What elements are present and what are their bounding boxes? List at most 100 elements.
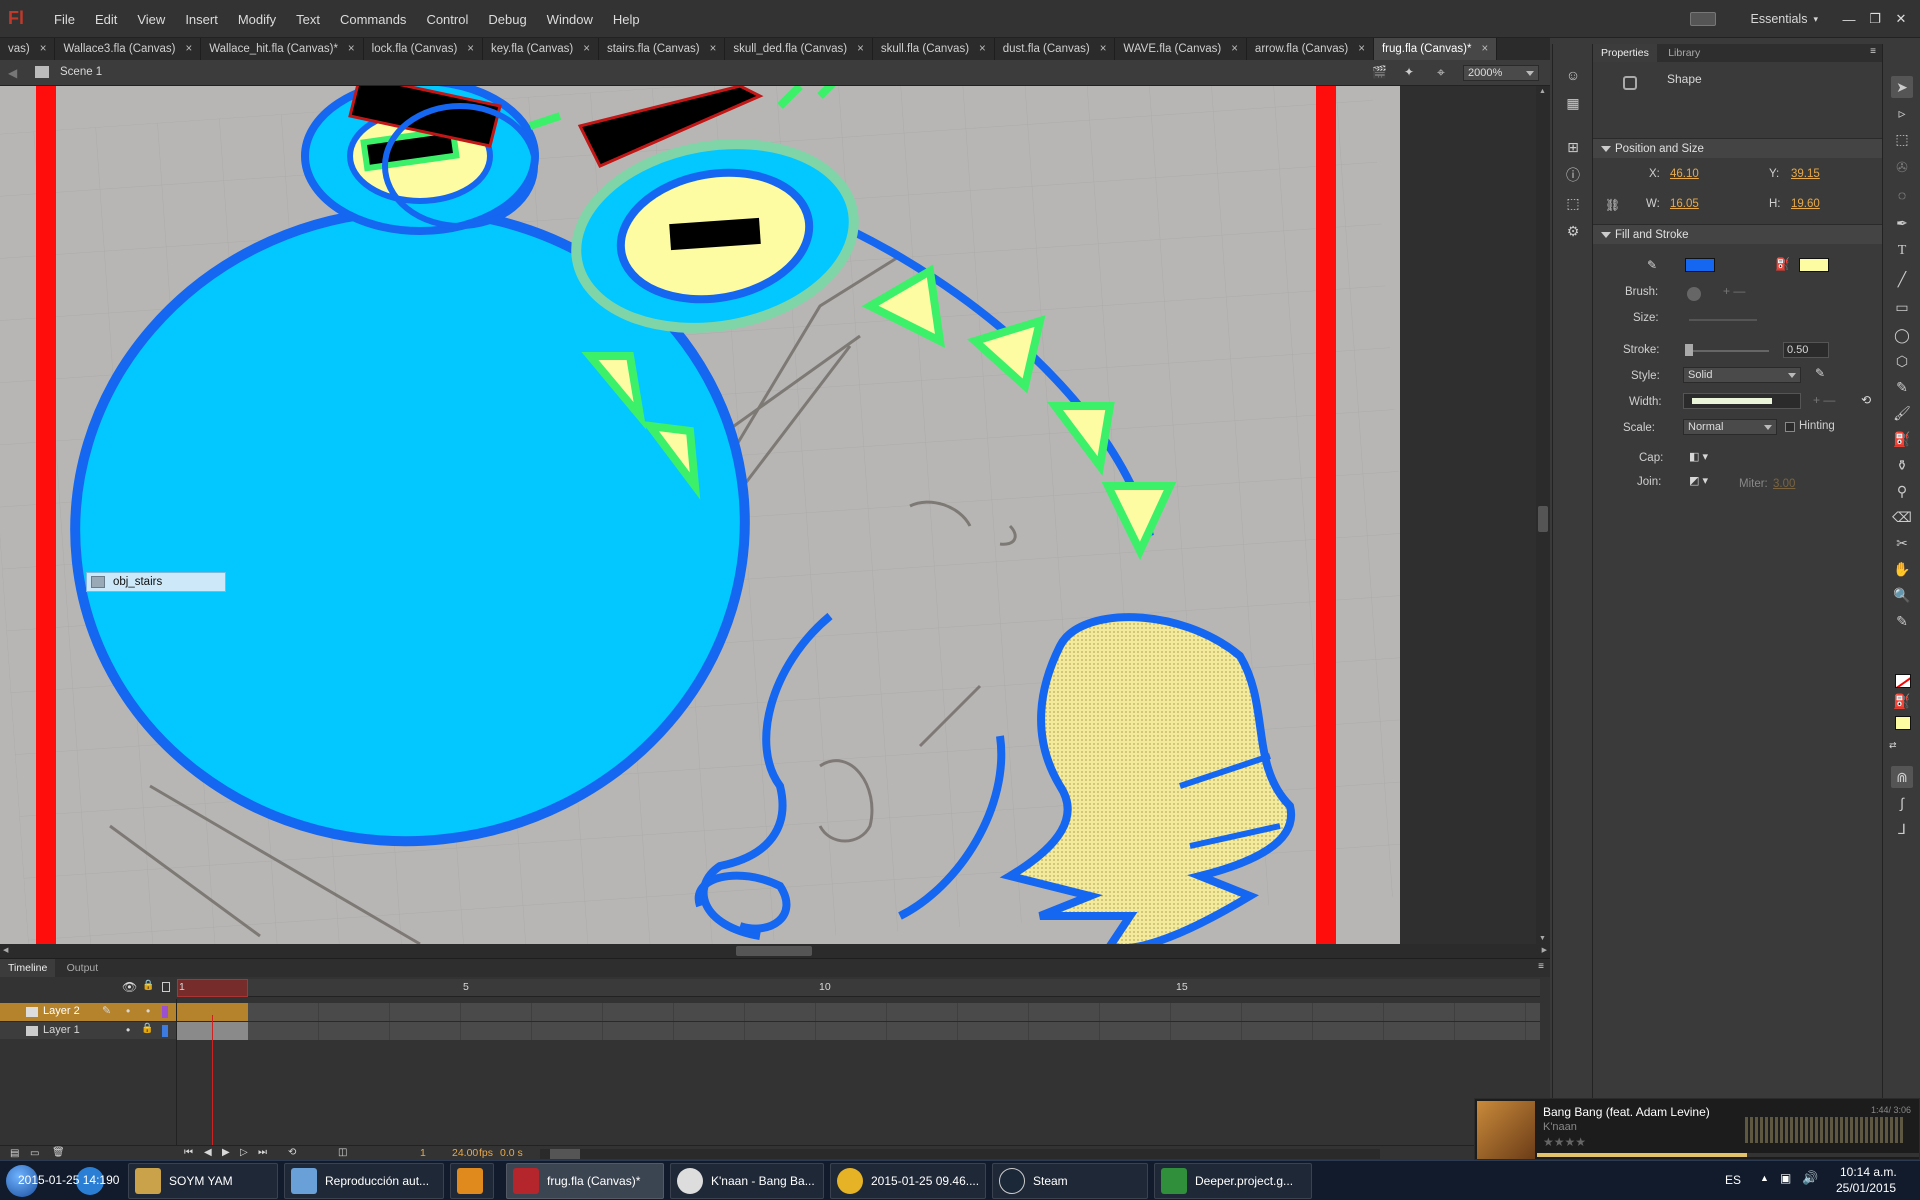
document-tab[interactable]: key.fla (Canvas) × (483, 38, 599, 60)
current-frame-value[interactable]: 1 (420, 1147, 426, 1159)
fps-value[interactable]: 24.00 (452, 1147, 478, 1159)
x-value[interactable]: 46.10 (1670, 168, 1699, 180)
paint-bucket-tool-icon[interactable]: ⛽ (1891, 428, 1913, 450)
stroke-value-field[interactable]: 0.50 (1783, 342, 1829, 358)
zoom-select[interactable]: 2000% (1463, 65, 1539, 81)
tab-timeline[interactable]: Timeline (0, 959, 56, 977)
song-progress-track[interactable] (1537, 1153, 1919, 1157)
document-tab[interactable]: frug.fla (Canvas)* × (1373, 38, 1498, 60)
taskbar-button[interactable]: 2015-01-25 09.46.... (830, 1163, 986, 1199)
rating-stars[interactable]: ★★★★ (1543, 1135, 1586, 1149)
close-tab-icon[interactable]: × (979, 38, 986, 60)
outline-all-icon[interactable] (162, 982, 170, 992)
sync-settings-icon[interactable] (1690, 12, 1717, 26)
edit-symbols-icon[interactable]: ✦ (1404, 65, 1414, 79)
3d-rotation-tool-icon[interactable]: ✇ (1891, 156, 1913, 178)
menu-edit[interactable]: Edit (85, 12, 127, 27)
center-stage-icon[interactable]: ⌖ (1437, 64, 1445, 81)
text-tool-icon[interactable]: T (1891, 240, 1913, 262)
document-tab[interactable]: vas) × (0, 38, 56, 60)
line-tool-icon[interactable]: ╱ (1891, 268, 1913, 290)
pencil-tool-icon[interactable]: ✎ (1891, 376, 1913, 398)
visibility-dot[interactable]: • (126, 1023, 130, 1037)
frog-eye-left[interactable] (301, 86, 539, 235)
hand-tool-icon[interactable]: ✋ (1891, 558, 1913, 580)
taskbar-button[interactable]: Deeper.project.g... (1154, 1163, 1312, 1199)
rectangle-tool-icon[interactable]: ▭ (1891, 296, 1913, 318)
horizontal-scroll-thumb[interactable] (736, 946, 812, 956)
scroll-left-arrow-icon[interactable]: ◀ (3, 946, 8, 954)
menu-commands[interactable]: Commands (330, 12, 416, 27)
link-dimensions-icon[interactable]: ⛓ (1605, 198, 1620, 212)
fill-color-chip[interactable] (1895, 716, 1911, 730)
info-panel-icon[interactable]: ⓘ (1562, 164, 1584, 186)
fill-color-swatch[interactable] (1799, 258, 1829, 272)
eyedropper-tool-icon[interactable]: ⚲ (1891, 480, 1913, 502)
swap-colors-icon[interactable]: ⇄ (1889, 740, 1897, 751)
stage-canvas[interactable]: obj_stairs (0, 86, 1400, 944)
menu-view[interactable]: View (127, 12, 175, 27)
smooth-icon[interactable]: ∫ (1891, 792, 1913, 814)
layer-row[interactable]: Layer 1 • 🔒 (0, 1021, 1540, 1040)
back-arrow-icon[interactable]: ◀ (8, 66, 17, 80)
workspace-switcher[interactable]: Essentials (1750, 12, 1807, 26)
taskbar-button[interactable]: K'naan - Bang Ba... (670, 1163, 824, 1199)
lock-dot[interactable]: • (146, 1004, 150, 1018)
timeline-hscroll-thumb[interactable] (550, 1149, 580, 1159)
taskbar-button[interactable] (450, 1163, 494, 1199)
width-add-icon[interactable]: + — (1813, 393, 1835, 407)
timeline-hscroll[interactable] (540, 1149, 1380, 1159)
pen-tool-icon[interactable]: ✒ (1891, 212, 1913, 234)
delete-layer-icon[interactable]: 🗑 (52, 1147, 65, 1158)
layer-color-swatch[interactable] (162, 1025, 168, 1037)
minimize-icon[interactable]: — (1836, 9, 1862, 29)
document-tab[interactable]: Wallace_hit.fla (Canvas)* × (201, 38, 364, 60)
stroke-color-icon[interactable]: ✎ (1891, 610, 1913, 632)
scroll-right-arrow-icon[interactable]: ▶ (1542, 946, 1547, 954)
menu-debug[interactable]: Debug (478, 12, 536, 27)
last-frame-icon[interactable]: ⏭ (258, 1147, 267, 1158)
close-icon[interactable]: ✕ (1888, 9, 1914, 29)
taskbar-button[interactable]: SOYM YAM (128, 1163, 278, 1199)
edit-scene-icon[interactable]: 🎬 (1372, 65, 1387, 79)
panel-menu-icon[interactable]: ≡ (1538, 961, 1544, 972)
lasso-tool-icon[interactable]: ◌ (1891, 184, 1913, 206)
polystar-tool-icon[interactable]: ⬡ (1891, 350, 1913, 372)
hinting-checkbox[interactable] (1785, 422, 1795, 432)
new-folder-icon[interactable]: ▭ (30, 1148, 39, 1159)
close-tab-icon[interactable]: × (1231, 38, 1238, 60)
ink-bottle-tool-icon[interactable]: ⚱ (1891, 454, 1913, 476)
scroll-down-arrow-icon[interactable]: ▼ (1539, 935, 1546, 942)
stage-area[interactable]: obj_stairs (0, 86, 1550, 944)
stroke-slider-thumb[interactable] (1685, 344, 1693, 356)
document-tab[interactable]: lock.fla (Canvas) × (364, 38, 483, 60)
layer-name[interactable]: Layer 1 (43, 1024, 80, 1036)
style-select[interactable]: Solid (1683, 367, 1801, 383)
stage-vertical-scrollbar[interactable]: ▲ ▼ (1536, 86, 1550, 944)
close-tab-icon[interactable]: × (710, 38, 717, 60)
close-tab-icon[interactable]: × (857, 38, 864, 60)
close-tab-icon[interactable]: × (40, 38, 47, 60)
selection-tool-icon[interactable]: ➤ (1891, 76, 1913, 98)
bone-tool-icon[interactable]: ✂ (1891, 532, 1913, 554)
document-tab[interactable]: stairs.fla (Canvas) × (599, 38, 726, 60)
w-value[interactable]: 16.05 (1670, 198, 1699, 210)
fill-color-icon[interactable]: ⛽ (1891, 690, 1913, 712)
close-tab-icon[interactable]: × (1358, 38, 1365, 60)
menu-insert[interactable]: Insert (175, 12, 228, 27)
document-tab[interactable]: skull.fla (Canvas) × (873, 38, 995, 60)
vertical-scroll-thumb[interactable] (1538, 506, 1548, 532)
zoom-tool-icon[interactable]: 🔍 (1891, 584, 1913, 606)
snap-to-objects-icon[interactable]: ⋒ (1891, 766, 1913, 788)
onion-skin-icon[interactable]: ◫ (338, 1147, 347, 1158)
fill-stroke-header[interactable]: Fill and Stroke (1593, 224, 1882, 244)
brush-circle-icon[interactable] (1687, 287, 1701, 301)
layer-frames[interactable] (177, 1022, 1540, 1040)
tray-arrow-icon[interactable]: ▲ (1760, 1173, 1769, 1183)
free-transform-tool-icon[interactable]: ⬚ (1891, 128, 1913, 150)
document-tab[interactable]: skull_ded.fla (Canvas) × (725, 38, 873, 60)
lock-all-icon[interactable]: 🔒 (142, 980, 154, 991)
y-value[interactable]: 39.15 (1791, 168, 1820, 180)
language-indicator[interactable]: ES (1725, 1173, 1741, 1187)
motion-presets-icon[interactable]: ☺ (1562, 64, 1584, 86)
